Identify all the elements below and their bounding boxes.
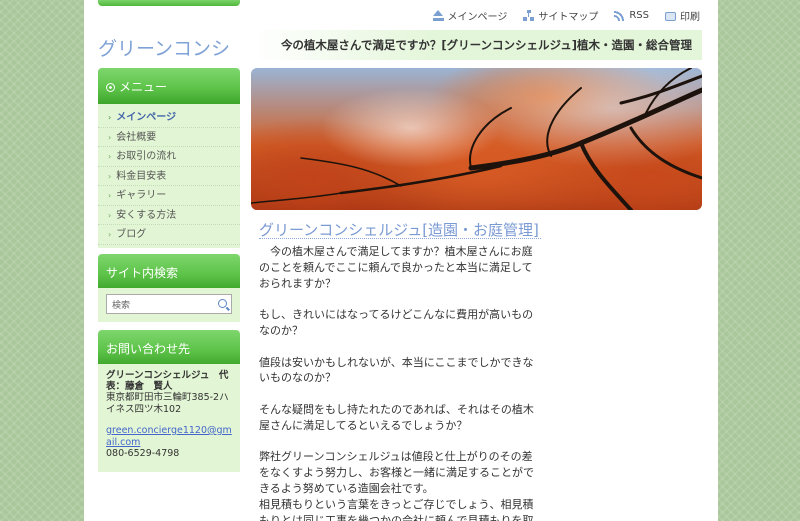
contact-header: お問い合わせ先	[98, 330, 240, 366]
main-body-text: 今の植木屋さんで満足してますか？植木屋さんにお庭のことを頼んでここに頼んで良かっ…	[259, 244, 541, 521]
chevron-right-icon: ›	[108, 132, 112, 142]
hero-autumn-tree-image	[251, 68, 702, 210]
menu-item-gallery[interactable]: › ギャラリー	[98, 186, 240, 206]
paragraph-6: 相見積もりという言葉をきっとご存じでしょう、相見積もりとは同じ工事を幾つかの会社…	[259, 497, 534, 521]
menu-icon	[106, 83, 115, 92]
menu-item-savings[interactable]: › 安くする方法	[98, 206, 240, 225]
rss-icon	[614, 10, 626, 21]
heading-divider	[259, 238, 541, 239]
menu-panel: › メインページ › 会社概要 › お取引の流れ › 料金目安表 › ギャラリー › 安くす…	[98, 104, 240, 248]
top-nav: メインページ サイトマップ RSS 印刷	[432, 8, 700, 23]
contact-phone: 080-6529-4798	[106, 448, 180, 459]
main-heading: グリーンコンシェルジュ[造園・お庭管理]	[259, 221, 539, 239]
paragraph-2: もし、きれいにはなってるけどこんなに費用が高いものなのか？	[259, 308, 534, 337]
chevron-right-icon: ›	[108, 230, 112, 239]
chevron-right-icon: ›	[108, 152, 112, 161]
search-input[interactable]: 検索	[106, 294, 232, 314]
search-placeholder: 検索	[112, 301, 131, 311]
home-icon	[432, 10, 444, 21]
chevron-right-icon: ›	[108, 113, 112, 122]
sitemap-icon	[523, 10, 535, 21]
sidebar-top-bar	[98, 0, 240, 6]
site-logo-text[interactable]: グリーンコンシ	[98, 34, 240, 61]
contact-company-name: グリーンコンシェルジュ 代表：藤倉 賢人	[106, 370, 229, 392]
contact-address: 東京都町田市三輪町385-2ハイネス四ツ木102	[106, 392, 229, 415]
search-title: サイト内検索	[106, 266, 179, 280]
contact-title: お問い合わせ先	[106, 342, 191, 356]
paragraph-4: そんな疑問をもし持たれたのであれば、それはその植木屋さんに満足してるといえるでし…	[259, 402, 534, 432]
menu-title: メニュー	[119, 80, 168, 94]
chevron-right-icon: ›	[108, 171, 112, 181]
contact-email-link[interactable]: green.concierge1120@gmail.com	[106, 425, 234, 448]
contact-panel: グリーンコンシェルジュ 代表：藤倉 賢人 東京都町田市三輪町385-2ハイネス四…	[98, 364, 240, 472]
paragraph-5: 弊社グリーンコンシェルジュは値段と仕上がりのその差をなくすよう努力し、お客様と一…	[259, 450, 534, 495]
nav-main-page-link[interactable]: メインページ	[432, 8, 507, 23]
menu-item-company[interactable]: › 会社概要	[98, 128, 240, 147]
search-header: サイト内検索	[98, 254, 240, 290]
print-icon	[665, 12, 676, 21]
nav-print-link[interactable]: 印刷	[665, 8, 700, 23]
menu-item-blog[interactable]: › ブログ	[98, 225, 240, 245]
chevron-right-icon: ›	[108, 191, 112, 200]
menu-list: › メインページ › 会社概要 › お取引の流れ › 料金目安表 › ギャラリー › 安くす…	[98, 104, 240, 245]
tree-branches-graphic	[251, 68, 702, 210]
page-headline: 今の植木屋さんで満足ですか？[グリーンコンシェルジュ]植木・造園・総合管理	[252, 30, 702, 60]
paragraph-3: 値段は安いかもしれないが、本当にここまでしかできないものなのか？	[259, 355, 534, 385]
menu-item-main[interactable]: › メインページ	[98, 108, 240, 128]
menu-header: メニュー	[98, 68, 240, 104]
chevron-right-icon: ›	[108, 210, 112, 220]
nav-rss-link[interactable]: RSS	[614, 8, 649, 23]
paragraph-1: 今の植木屋さんで満足してますか？植木屋さんにお庭のことを頼んでここに頼んで良かっ…	[259, 245, 533, 290]
nav-sitemap-link[interactable]: サイトマップ	[523, 8, 598, 23]
menu-item-pricing[interactable]: › 料金目安表	[98, 167, 240, 186]
menu-item-flow[interactable]: › お取引の流れ	[98, 147, 240, 167]
search-icon[interactable]	[218, 299, 227, 308]
